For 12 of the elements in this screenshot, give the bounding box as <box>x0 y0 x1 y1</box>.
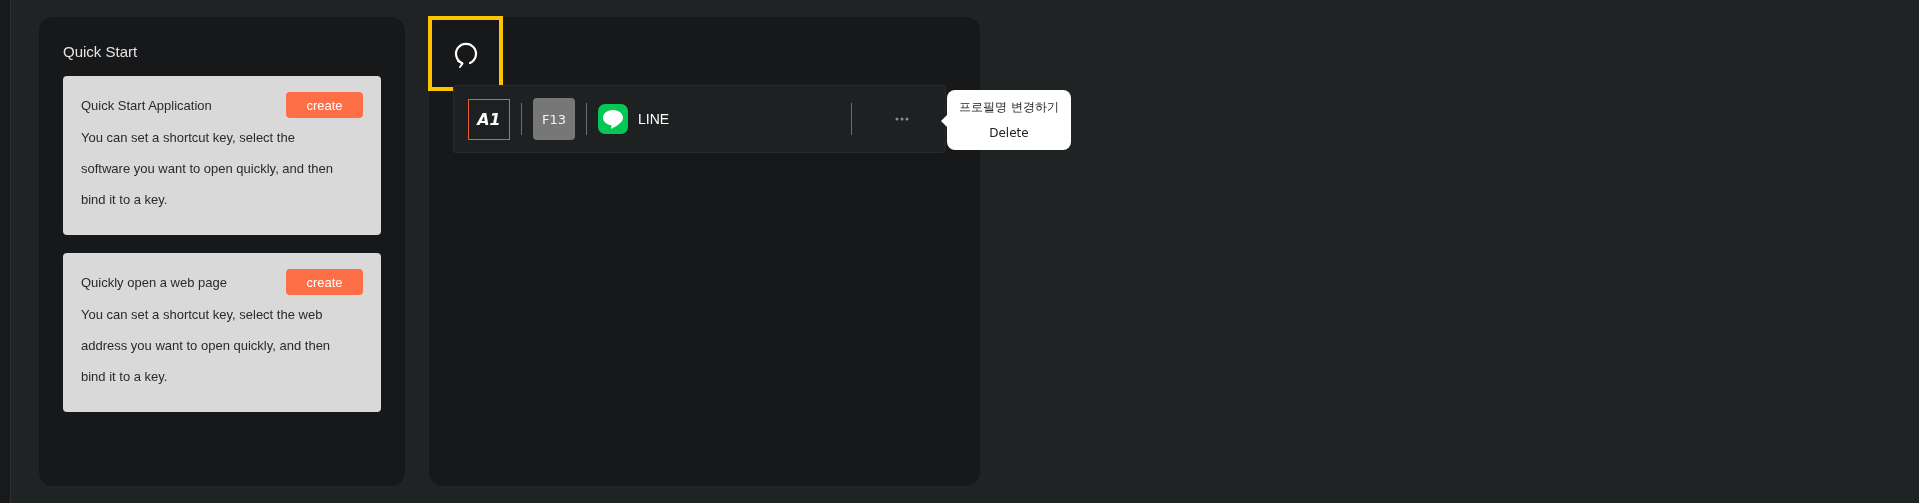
more-icon[interactable] <box>895 117 909 121</box>
card-description: You can set a shortcut key, select the software you want to open quickly, and then bind it to a key. <box>81 129 334 209</box>
app-name: LINE <box>638 111 671 127</box>
menu-item[interactable]: Delete <box>989 122 1029 144</box>
card-title: Quickly open a web page <box>81 274 227 290</box>
card-title: Quick Start Application <box>81 97 212 113</box>
key-badge: F13 <box>533 98 575 140</box>
profile-badge: A1 <box>468 98 510 140</box>
panel-title: Quick Start <box>63 43 139 60</box>
card-description: You can set a shortcut key, select the web address you want to open quickly, and then bind it to a key. <box>81 306 332 386</box>
chat-app-icon <box>598 104 628 134</box>
menu-item[interactable]: 프로필명 변경하기 <box>959 96 1059 118</box>
